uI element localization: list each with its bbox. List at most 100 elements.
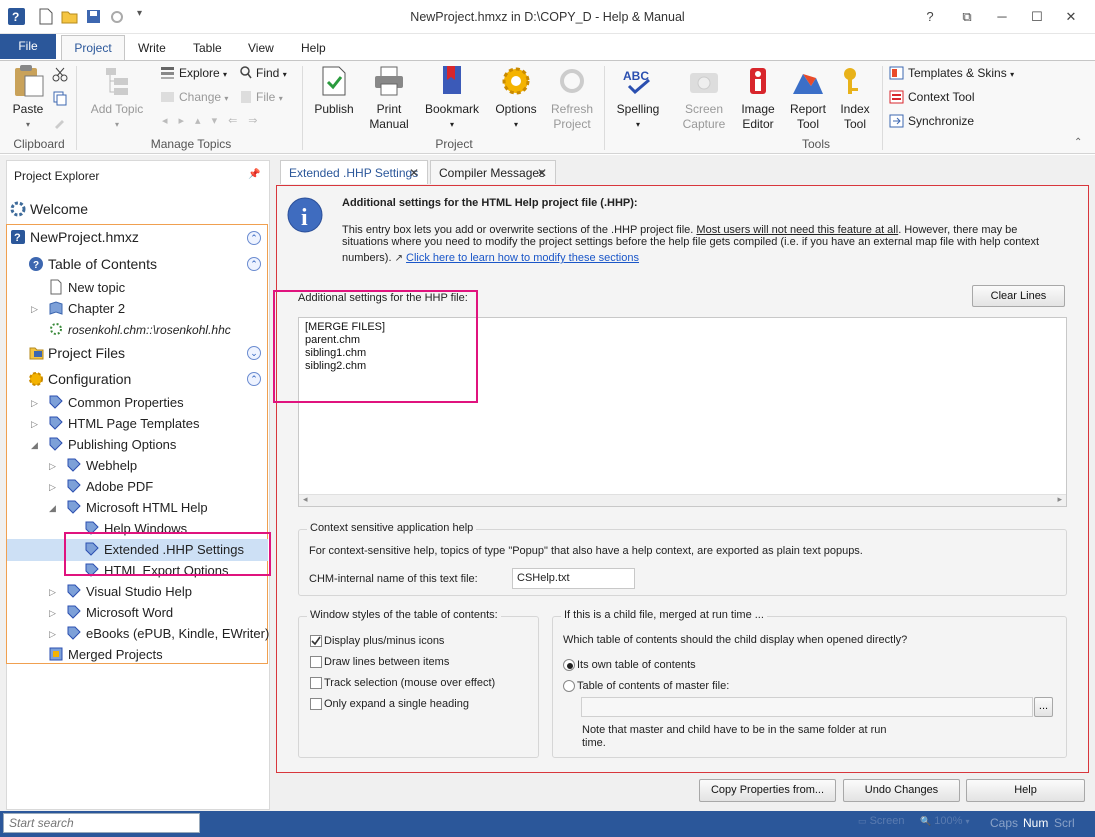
collapse-toc-icon[interactable]: ⌃ bbox=[247, 257, 261, 271]
undo-changes-button[interactable]: Undo Changes bbox=[843, 779, 960, 802]
close-tab-icon[interactable]: ✕ bbox=[409, 161, 419, 185]
copy-icon[interactable] bbox=[52, 90, 68, 106]
clear-lines-button[interactable]: Clear Lines bbox=[972, 285, 1065, 307]
tree-adobe-pdf[interactable]: Adobe PDF bbox=[66, 477, 153, 497]
master-toc-radio[interactable] bbox=[563, 680, 575, 692]
zoom-dropdown-icon: ▾ bbox=[965, 817, 970, 826]
tree-publishing-options[interactable]: Publishing Options bbox=[48, 435, 176, 455]
browse-button[interactable]: ... bbox=[1034, 697, 1053, 717]
refresh-project-button[interactable]: Refresh Project bbox=[548, 64, 596, 132]
expand-templates-icon[interactable]: ▷ bbox=[31, 419, 38, 430]
find-icon bbox=[240, 66, 252, 80]
synchronize-button[interactable]: Synchronize bbox=[889, 112, 974, 132]
file-menu-label: File bbox=[256, 90, 276, 104]
tree-rosenkohl[interactable]: rosenkohl.chm::\rosenkohl.hhc bbox=[48, 320, 231, 340]
tree-html-page-templates[interactable]: HTML Page Templates bbox=[48, 414, 200, 434]
only-expand-checkbox[interactable] bbox=[310, 698, 322, 710]
master-file-input[interactable] bbox=[581, 697, 1033, 717]
add-topic-button[interactable]: Add Topic ▾ bbox=[86, 64, 148, 132]
options-button[interactable]: Options ▾ bbox=[492, 64, 540, 132]
minimize-button[interactable]: ─ bbox=[992, 8, 1012, 26]
tree-new-topic[interactable]: New topic bbox=[48, 278, 125, 298]
its-own-toc-radio[interactable] bbox=[563, 659, 575, 671]
maximize-button[interactable]: ☐ bbox=[1027, 8, 1047, 26]
publish-button[interactable]: Publish bbox=[310, 64, 358, 117]
restore-ribbon-button[interactable]: ⧉ bbox=[957, 8, 977, 26]
tree-project-files[interactable]: Project Files bbox=[28, 343, 125, 363]
publish-label: Publish bbox=[314, 102, 354, 116]
spelling-button[interactable]: ABC Spelling ▾ bbox=[612, 64, 664, 132]
search-input[interactable] bbox=[3, 813, 200, 833]
expand-chapter2-icon[interactable]: ▷ bbox=[31, 304, 38, 315]
print-label-line1: Print bbox=[376, 102, 402, 116]
context-tool-button[interactable]: Context Tool bbox=[889, 88, 975, 108]
explore-button[interactable]: Explore ▾ bbox=[160, 64, 227, 84]
footer-help-button[interactable]: Help bbox=[966, 779, 1085, 802]
collapse-project-icon[interactable]: ⌃ bbox=[247, 231, 261, 245]
collapse-configuration-icon[interactable]: ⌃ bbox=[247, 372, 261, 386]
tree-ms-word[interactable]: Microsoft Word bbox=[66, 603, 173, 623]
report-tool-button[interactable]: Report Tool bbox=[786, 64, 830, 132]
draw-lines-label: Draw lines between items bbox=[324, 656, 450, 668]
track-selection-label: Track selection (mouse over effect) bbox=[324, 677, 496, 689]
tree-ebooks[interactable]: eBooks (ePUB, Kindle, EWriter) bbox=[66, 624, 269, 644]
expand-vs-help-icon[interactable]: ▷ bbox=[49, 587, 56, 598]
tree-common-properties[interactable]: Common Properties bbox=[48, 393, 184, 413]
copy-properties-button[interactable]: Copy Properties from... bbox=[699, 779, 836, 802]
tree-merged-projects[interactable]: Merged Projects bbox=[48, 645, 163, 665]
tab-write[interactable]: Write bbox=[138, 41, 166, 55]
tree-visual-studio-help[interactable]: Visual Studio Help bbox=[66, 582, 192, 602]
change-button[interactable]: Change ▾ bbox=[160, 88, 228, 108]
expand-project-files-icon[interactable]: ⌄ bbox=[247, 346, 261, 360]
close-tab-icon[interactable]: ✕ bbox=[537, 161, 547, 185]
pin-icon[interactable]: 📌 bbox=[248, 169, 260, 180]
tree-welcome[interactable]: Welcome bbox=[10, 199, 88, 219]
horizontal-scrollbar[interactable]: ◂ ▸ bbox=[299, 494, 1066, 506]
tree-configuration[interactable]: Configuration bbox=[28, 369, 131, 389]
merged-projects-label: Merged Projects bbox=[68, 647, 163, 662]
index-tool-button[interactable]: Index Tool bbox=[834, 64, 876, 132]
tab-project[interactable]: Project bbox=[61, 35, 125, 61]
close-button[interactable]: ✕ bbox=[1061, 8, 1081, 26]
screen-capture-button[interactable]: Screen Capture bbox=[680, 64, 728, 132]
bookmark-button[interactable]: Bookmark ▾ bbox=[422, 64, 482, 132]
templates-skins-button[interactable]: Templates & Skins ▾ bbox=[889, 64, 1014, 84]
move-arrows-icon: ◂▸▴▾⇐⇒ bbox=[162, 115, 269, 127]
tree-ms-html-help[interactable]: Microsoft HTML Help bbox=[66, 498, 208, 518]
chm-internal-input[interactable]: CSHelp.txt bbox=[512, 568, 635, 589]
tab-table[interactable]: Table bbox=[193, 41, 222, 55]
tab-extended-hhp[interactable]: Extended .HHP Settings ✕ bbox=[280, 160, 428, 184]
tab-compiler-messages[interactable]: Compiler Messages ✕ bbox=[430, 160, 556, 184]
print-manual-button[interactable]: Print Manual bbox=[366, 64, 412, 132]
cut-icon[interactable] bbox=[52, 66, 68, 82]
expand-word-icon[interactable]: ▷ bbox=[49, 608, 56, 619]
expand-ebooks-icon[interactable]: ▷ bbox=[49, 629, 56, 640]
draw-lines-checkbox[interactable] bbox=[310, 656, 322, 668]
display-plus-minus-checkbox[interactable] bbox=[310, 635, 322, 647]
tab-help[interactable]: Help bbox=[301, 41, 326, 55]
image-editor-button[interactable]: Image Editor bbox=[736, 64, 780, 132]
tree-chapter2[interactable]: Chapter 2 bbox=[48, 299, 125, 319]
paste-button[interactable]: Paste ▾ bbox=[8, 64, 48, 132]
collapse-ribbon-icon[interactable]: ⌃ bbox=[1074, 137, 1082, 148]
expand-common-icon[interactable]: ▷ bbox=[31, 398, 38, 409]
find-button[interactable]: Find ▾ bbox=[240, 64, 287, 84]
format-painter-icon[interactable] bbox=[52, 114, 68, 130]
expand-webhelp-icon[interactable]: ▷ bbox=[49, 461, 56, 472]
tab-file[interactable]: File bbox=[0, 34, 56, 59]
tree-project[interactable]: ? NewProject.hmxz bbox=[10, 227, 139, 247]
track-selection-checkbox[interactable] bbox=[310, 677, 322, 689]
zoom-indicator[interactable]: 🔍 100% ▾ bbox=[920, 815, 970, 827]
tree-toc[interactable]: ? Table of Contents bbox=[28, 254, 157, 274]
collapse-publishing-icon[interactable]: ◢ bbox=[31, 440, 38, 451]
merged-chm-icon bbox=[48, 321, 64, 337]
expand-pdf-icon[interactable]: ▷ bbox=[49, 482, 56, 493]
collapse-html-help-icon[interactable]: ◢ bbox=[49, 503, 56, 514]
help-button[interactable]: ? bbox=[920, 8, 940, 26]
file-menu-button[interactable]: File ▾ bbox=[240, 88, 283, 108]
tree-webhelp[interactable]: Webhelp bbox=[66, 456, 137, 476]
scroll-right-icon[interactable]: ▸ bbox=[1057, 494, 1062, 505]
tab-view[interactable]: View bbox=[248, 41, 274, 55]
help-link[interactable]: Click here to learn how to modify these … bbox=[406, 252, 639, 264]
scroll-left-icon[interactable]: ◂ bbox=[303, 494, 308, 505]
